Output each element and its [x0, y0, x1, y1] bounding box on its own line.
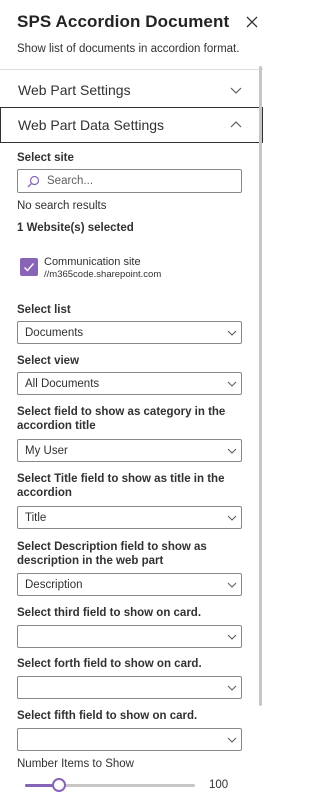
property-pane: SPS Accordion Document Show list of docu…: [0, 0, 263, 810]
search-placeholder: Search...: [47, 175, 94, 187]
header-divider: [0, 69, 263, 70]
select-site-label: Select site: [17, 152, 74, 164]
dropdown-value: Documents: [25, 327, 84, 339]
fifth-field-dropdown[interactable]: [17, 728, 242, 751]
search-icon: [27, 175, 40, 188]
accordion-label: Web Part Data Settings: [18, 117, 165, 133]
chevron-down-icon: [227, 737, 237, 743]
items-slider-thumb[interactable]: [52, 778, 66, 792]
fifth-field-label: Select fifth field to show on card.: [17, 710, 198, 722]
description-field-label: Select Description field to show as desc…: [17, 541, 207, 567]
site-list-item[interactable]: Communication site //m365code.sharepoint…: [20, 256, 240, 282]
dropdown-value: Description: [25, 579, 83, 591]
chevron-down-icon: [227, 515, 237, 521]
slider-value: 100: [209, 779, 229, 791]
chevron-down-icon: [230, 87, 242, 94]
third-field-label: Select third field to show on card.: [17, 607, 202, 619]
chevron-down-icon: [227, 448, 237, 454]
pane-description: Show list of documents in accordion form…: [17, 43, 240, 55]
accordion-web-part-data-settings[interactable]: Web Part Data Settings: [0, 107, 263, 143]
category-field-label: Select field to show as category in the …: [17, 406, 226, 432]
select-list-dropdown[interactable]: Documents: [17, 321, 242, 344]
select-view-dropdown[interactable]: All Documents: [17, 372, 242, 395]
chevron-up-icon: [230, 121, 242, 128]
site-search-input[interactable]: Search...: [17, 169, 242, 193]
no-results-text: No search results: [17, 200, 107, 212]
slider-label: Number Items to Show: [17, 758, 134, 770]
chevron-down-icon: [227, 330, 237, 336]
accordion-label: Web Part Settings: [18, 82, 131, 98]
selected-count-text: 1 Website(s) selected: [17, 222, 134, 234]
title-field-label: Select Title field to show as title in t…: [17, 473, 225, 499]
dropdown-value: Title: [25, 512, 47, 524]
chevron-down-icon: [227, 685, 237, 691]
pane-title: SPS Accordion Document: [17, 12, 230, 31]
site-url: //m365code.sharepoint.com: [44, 269, 162, 280]
select-list-label: Select list: [17, 304, 71, 316]
close-icon[interactable]: [245, 15, 259, 29]
chevron-down-icon: [227, 634, 237, 640]
category-field-dropdown[interactable]: My User: [17, 439, 242, 462]
scrollbar[interactable]: [259, 66, 262, 706]
items-slider-track[interactable]: [25, 784, 195, 787]
dropdown-value: All Documents: [25, 378, 100, 390]
dropdown-value: My User: [25, 445, 68, 457]
forth-field-label: Select forth field to show on card.: [17, 658, 202, 670]
description-field-dropdown[interactable]: Description: [17, 573, 242, 596]
site-checkbox[interactable]: [20, 258, 38, 276]
pane-header: SPS Accordion Document Show list of docu…: [17, 12, 259, 55]
site-name: Communication site: [44, 256, 141, 268]
select-view-label: Select view: [17, 355, 80, 367]
accordion-web-part-settings[interactable]: Web Part Settings: [0, 72, 263, 108]
checkmark-icon: [24, 263, 35, 272]
title-field-dropdown[interactable]: Title: [17, 506, 242, 529]
chevron-down-icon: [227, 381, 237, 387]
forth-field-dropdown[interactable]: [17, 676, 242, 699]
chevron-down-icon: [227, 582, 237, 588]
third-field-dropdown[interactable]: [17, 625, 242, 648]
